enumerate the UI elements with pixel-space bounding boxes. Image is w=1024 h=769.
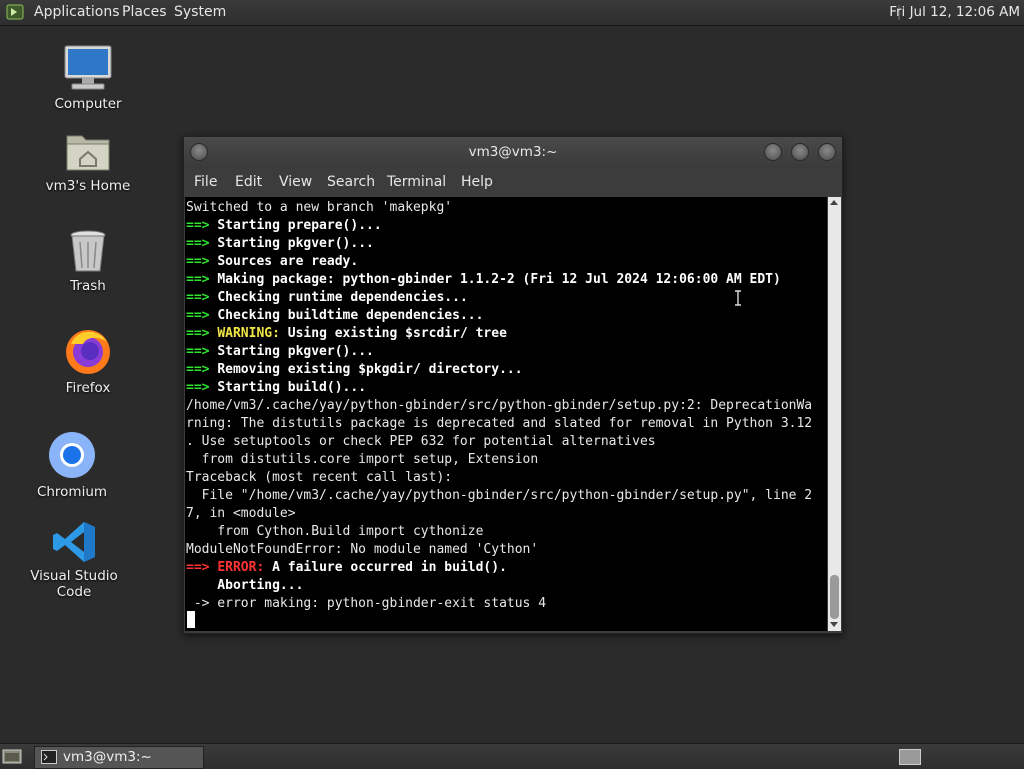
places-menu[interactable]: Places	[122, 4, 167, 20]
taskbar-terminal-button[interactable]: vm3@vm3:~	[34, 746, 204, 769]
desktop-icon-label: Visual Studio Code	[30, 568, 118, 600]
scroll-down-arrow-icon[interactable]	[830, 622, 838, 627]
minimize-button[interactable]	[764, 143, 782, 161]
terminal-line: Aborting...	[186, 578, 304, 593]
terminal-line: . Use setuptools or check PEP 632 for po…	[186, 434, 656, 449]
desktop-icon-label: vm3's Home	[45, 178, 131, 194]
terminal-scrollbar[interactable]	[828, 197, 841, 631]
terminal-line: ==> Starting prepare()...	[186, 218, 382, 233]
desktop-icon-label: Trash	[70, 278, 106, 294]
maximize-button[interactable]	[791, 143, 809, 161]
window-title: vm3@vm3:~	[468, 144, 558, 160]
window-titlebar[interactable]: vm3@vm3:~	[184, 137, 842, 168]
terminal-line: ==> Starting pkgver()...	[186, 236, 374, 251]
terminal-line: ==> Checking buildtime dependencies...	[186, 308, 484, 323]
menu-help[interactable]: Help	[461, 174, 493, 190]
desktop-icon-chromium[interactable]: Chromium	[17, 430, 127, 500]
system-menu[interactable]: System	[174, 4, 226, 20]
terminal-line: ==> Starting pkgver()...	[186, 344, 374, 359]
scroll-up-arrow-icon[interactable]	[830, 200, 838, 205]
terminal-line: File "/home/vm3/.cache/yay/python-gbinde…	[186, 488, 813, 503]
main-menu-logo-icon[interactable]	[6, 3, 24, 21]
terminal-line: from distutils.core import setup, Extens…	[186, 452, 539, 467]
window-menu-button[interactable]	[190, 143, 208, 161]
show-desktop-icon[interactable]	[2, 748, 22, 765]
terminal-line: Switched to a new branch 'makepkg'	[186, 200, 453, 215]
desktop-icon-firefox[interactable]: Firefox	[33, 326, 143, 396]
terminal-line: ==> WARNING: Using existing $srcdir/ tre…	[186, 326, 507, 341]
firefox-icon	[66, 330, 110, 374]
menu-search[interactable]: Search	[327, 174, 375, 190]
desktop-icon-home[interactable]: vm3's Home	[33, 128, 143, 194]
desktop-icon-label: Firefox	[65, 380, 111, 396]
desktop-icon-vscode[interactable]: Visual Studio Code	[19, 520, 129, 600]
desktop-icon-computer[interactable]: Computer	[33, 44, 143, 112]
desktop-icon-label: Computer	[54, 96, 122, 112]
computer-icon	[64, 45, 112, 90]
terminal-line: from Cython.Build import cythonize	[186, 524, 484, 539]
desktop-icon-trash[interactable]: Trash	[33, 228, 143, 294]
text-cursor	[187, 611, 195, 628]
clock[interactable]: Fri Jul 12, 12:06 AM	[889, 4, 1020, 20]
terminal-line: ModuleNotFoundError: No module named 'Cy…	[186, 542, 539, 557]
terminal-line: ==> ERROR: A failure occurred in build()…	[186, 560, 507, 575]
ibeam-cursor-icon	[735, 290, 741, 306]
terminal-menubar: File Edit View Search Terminal Help	[184, 168, 842, 196]
close-button[interactable]	[818, 143, 836, 161]
applications-menu[interactable]: Applications	[34, 4, 120, 20]
bottom-panel: vm3@vm3:~	[0, 743, 1024, 769]
terminal-line: ==> Sources are ready.	[186, 254, 359, 269]
terminal-line: rning: The distutils package is deprecat…	[186, 416, 813, 431]
menu-edit[interactable]: Edit	[235, 174, 262, 190]
top-panel: Applications Places System Fri Jul 12, 1…	[0, 0, 1024, 26]
terminal-output[interactable]: Switched to a new branch 'makepkg' ==> S…	[185, 197, 827, 631]
menu-terminal[interactable]: Terminal	[387, 174, 446, 190]
trash-icon	[70, 230, 106, 272]
terminal-line: Traceback (most recent call last):	[186, 470, 453, 485]
terminal-line: ==> Making package: python-gbinder 1.1.2…	[186, 272, 781, 287]
terminal-line: ==> Checking runtime dependencies...	[186, 290, 468, 305]
terminal-line: -> error making: python-gbinder-exit sta…	[186, 596, 547, 611]
workspace-switcher[interactable]	[899, 749, 921, 765]
chromium-icon	[49, 432, 95, 478]
scrollbar-thumb[interactable]	[830, 575, 839, 619]
terminal-line: ==> Starting build()...	[186, 380, 367, 395]
taskbar-button-label: vm3@vm3:~	[63, 749, 152, 765]
menu-file[interactable]: File	[194, 174, 217, 190]
home-folder-icon	[66, 135, 110, 171]
terminal-line: ==> Removing existing $pkgdir/ directory…	[186, 362, 523, 377]
menu-view[interactable]: View	[279, 174, 312, 190]
vscode-icon	[53, 522, 95, 562]
terminal-line: /home/vm3/.cache/yay/python-gbinder/src/…	[186, 398, 813, 413]
terminal-line: 7, in <module>	[186, 506, 296, 521]
terminal-window[interactable]: vm3@vm3:~ File Edit View Search Terminal…	[183, 136, 843, 634]
desktop-icon-label: Chromium	[36, 484, 108, 500]
terminal-icon	[41, 750, 57, 764]
